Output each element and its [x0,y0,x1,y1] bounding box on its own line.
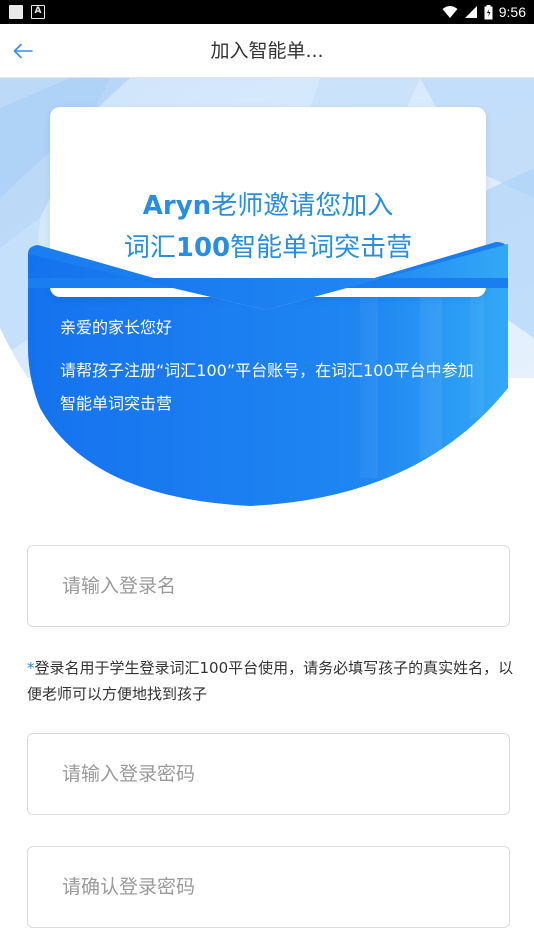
app-notification-icon: A [31,5,45,19]
login-name-input[interactable] [28,546,509,626]
wifi-icon [442,6,458,18]
instruction-text: 请帮孩子注册“词汇100”平台账号，在词汇100平台中参加智能单词突击营 [60,361,474,413]
password-field[interactable] [27,733,510,815]
battery-icon [484,4,493,19]
password-input[interactable] [28,734,509,814]
notification-icon [9,5,23,19]
greeting-text: 亲爱的家长您好 [60,318,173,337]
invitation-banner: Aryn老师邀请您加入 词汇100智能单词突击营 亲爱的家长您好 请帮孩子注册“… [0,78,534,518]
app-bar: 加入智能单... [0,24,534,78]
signal-icon [464,6,477,18]
confirm-password-input[interactable] [28,847,509,927]
login-name-hint: *登录名用于学生登录词汇100平台使用，请务必填写孩子的真实姓名，以便老师可以方… [27,659,514,703]
confirm-password-field[interactable] [27,846,510,928]
status-bar: A 9:56 [0,0,534,24]
envelope-flap [28,242,508,310]
login-name-field[interactable] [27,545,510,627]
page-title: 加入智能单... [210,40,324,62]
clock: 9:56 [498,4,526,20]
